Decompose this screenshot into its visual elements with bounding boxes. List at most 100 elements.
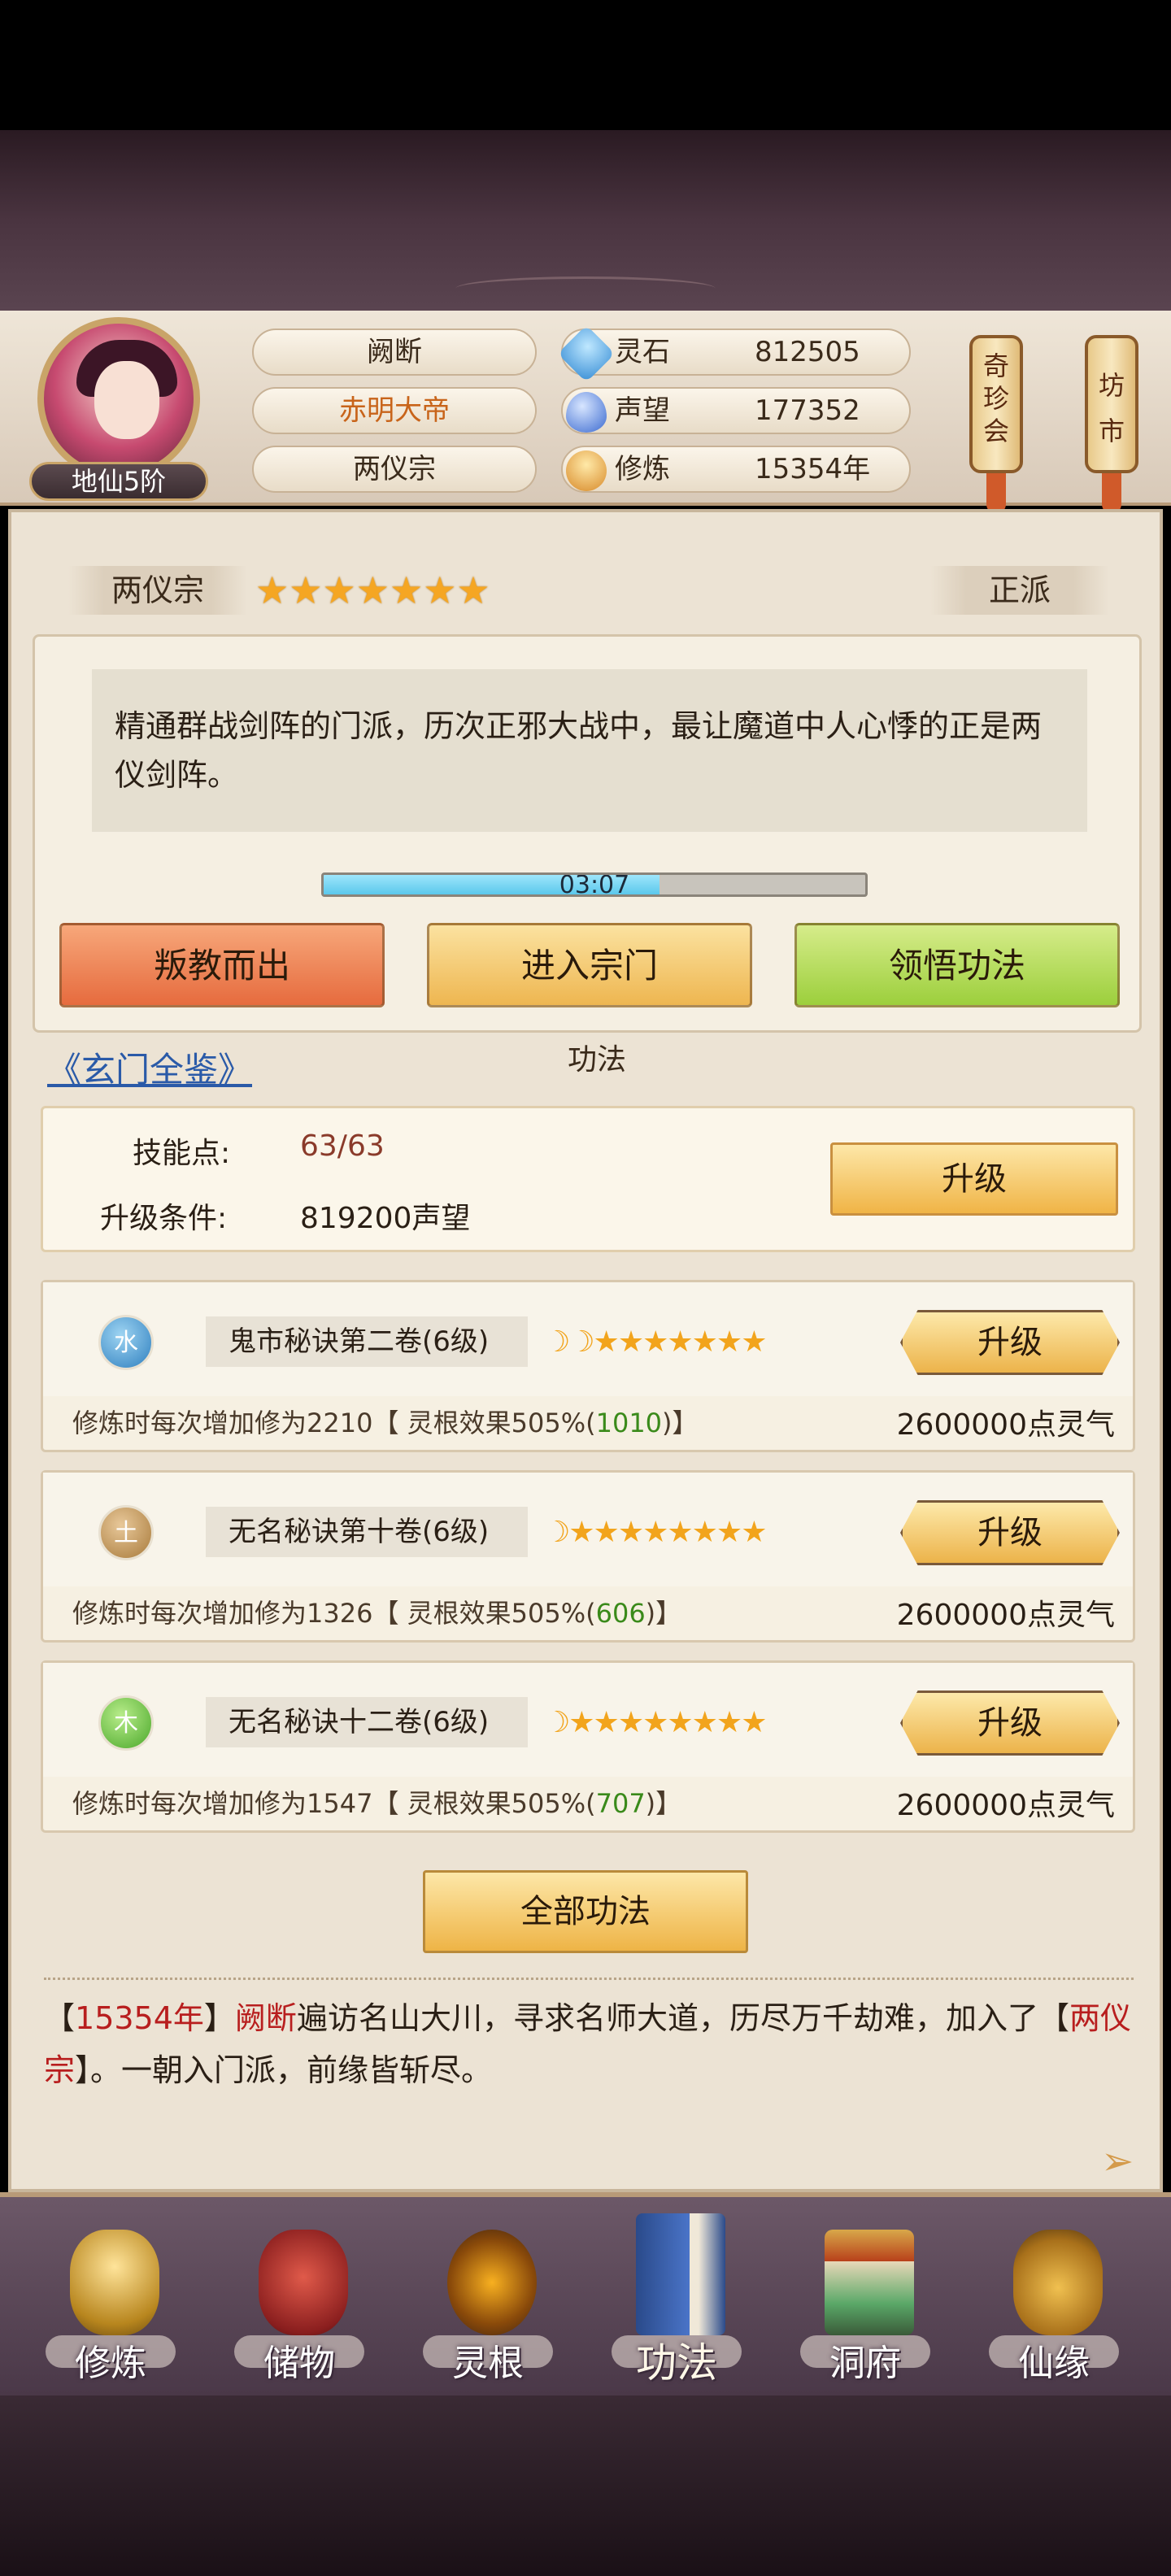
next-arrow-icon[interactable]: ➢ [1101,2139,1134,2184]
skill-desc-suffix: )】 [662,1408,699,1438]
timer-text: 03:07 [559,872,630,897]
skill-stars: ☽★★★★★★★★ [544,1516,767,1549]
resource-cultivation[interactable]: 修炼 15354年 [561,446,911,493]
lantern-tassel [1102,473,1121,514]
treasure-bag-icon [259,2230,348,2335]
treasure-fair-lantern[interactable]: 奇珍会 [969,335,1023,473]
upgrade-condition-label: 升级条件: [100,1202,228,1235]
sect-star-rating: ★★★★★★★ [255,569,490,611]
player-title[interactable]: 赤明大帝 [252,387,537,434]
skill-description: 修炼时每次增加修为1326【 灵根效果505%(606)】 [72,1593,681,1630]
skill-cost: 2600000点灵气 [896,1789,1115,1822]
spirit-stone-icon [557,324,616,383]
skill-desc-prefix: 修炼时每次增加修为1326【 灵根效果505%( [72,1598,596,1629]
nav-item-cultivate[interactable]: 修炼 [29,2230,192,2392]
resource-value: 812505 [755,336,860,368]
nav-label: 灵根 [452,2343,524,2384]
lantern-label: 奇珍会 [982,350,1009,446]
reputation-icon [566,392,607,433]
nav-item-cave[interactable]: 洞府 [784,2230,947,2392]
skill-name[interactable]: 鬼市秘诀第二卷(6级) [206,1316,528,1367]
story-part: 【 [44,2000,76,2036]
spirit-root-icon [447,2230,537,2335]
immortal-fate-icon [1013,2230,1103,2335]
status-bar-area [0,0,1171,130]
player-sect: 两仪宗 [252,446,537,493]
market-lantern[interactable]: 坊市 [1085,335,1138,473]
skill-cost: 2600000点灵气 [896,1599,1115,1632]
skill-cost: 2600000点灵气 [896,1408,1115,1442]
story-text: 【15354年】阙断遍访名山大川，寻求名师大道，历尽万千劫难，加入了【两仪宗】。… [44,1992,1134,2096]
upgrade-skill-points-button[interactable]: 升级 [830,1142,1118,1216]
main-panel: 两仪宗 ★★★★★★★ 正派 精通群战剑阵的门派，历次正邪大战中，最让魔道中人心… [8,509,1163,2192]
leave-sect-button[interactable]: 叛教而出 [59,923,385,1007]
meditation-icon [70,2230,159,2335]
skill-desc-suffix: )】 [645,1598,682,1629]
player-header: 地仙5阶 阙断 赤明大帝 两仪宗 灵石 812505 声望 177352 修炼 … [0,311,1171,514]
story-name: 阙断 [234,2000,297,2036]
skill-description: 修炼时每次增加修为2210【 灵根效果505%(1010)】 [72,1403,699,1440]
upgrade-condition-value: 819200声望 [300,1202,471,1235]
skill-upgrade-button[interactable]: 升级 [900,1310,1120,1375]
skill-desc-prefix: 修炼时每次增加修为2210【 灵根效果505%( [72,1408,596,1438]
skill-desc-prefix: 修炼时每次增加修为1547【 灵根效果505%( [72,1788,596,1819]
skill-stars: ☽☽★★★★★★★ [544,1325,767,1359]
lantern-label: 坊市 [1098,370,1125,446]
skill-name[interactable]: 无名秘诀十二卷(6级) [206,1697,528,1747]
sect-stars: ★★★★★★★ [255,568,490,612]
cultivation-icon [566,450,607,491]
skill-book-icon [636,2213,725,2335]
skill-card: 水 鬼市秘诀第二卷(6级) ☽☽★★★★★★★ 升级 修炼时每次增加修为2210… [41,1280,1135,1452]
story-year: 15354年 [75,2000,204,2036]
skill-description: 修炼时每次增加修为1547【 灵根效果505%(707)】 [72,1783,681,1821]
nav-label: 修炼 [75,2343,146,2384]
nav-item-storage[interactable]: 储物 [218,2230,381,2392]
skill-points-label: 技能点: [133,1137,231,1170]
story-part: 】 [203,2000,235,2036]
skills-section-title: 功法 [567,1043,626,1077]
skill-card: 土 无名秘诀第十卷(6级) ☽★★★★★★★★ 升级 修炼时每次增加修为1326… [41,1470,1135,1643]
sect-alignment: 正派 [930,566,1109,615]
banner-ornament [455,276,716,301]
skill-desc-bonus: 606 [595,1598,646,1629]
timer-progress-bar: 03:07 [321,872,868,897]
nav-label: 储物 [263,2343,335,2384]
wood-element-icon: 木 [98,1695,154,1751]
lantern-tassel [986,473,1006,514]
earth-element-icon: 土 [98,1505,154,1560]
skill-upgrade-button[interactable]: 升级 [900,1690,1120,1756]
skill-desc-bonus: 1010 [595,1408,663,1438]
skill-desc-bonus: 707 [595,1788,646,1819]
avatar-face [94,361,159,439]
avatar-portrait [37,317,200,480]
divider [44,1978,1134,1984]
avatar[interactable]: 地仙5阶 [29,317,208,501]
skill-desc-suffix: )】 [645,1788,682,1819]
comprehend-skill-button[interactable]: 领悟功法 [794,923,1120,1007]
bottom-banner [0,2395,1171,2576]
nav-item-skills[interactable]: 功法 [595,2213,758,2387]
resource-value: 15354年 [755,453,871,485]
rank-tag: 地仙5阶 [29,462,208,501]
water-element-icon: 水 [98,1315,154,1370]
catalog-link[interactable]: 《玄门全鉴》 [47,1042,252,1092]
skill-name[interactable]: 无名秘诀第十卷(6级) [206,1507,528,1557]
resource-label: 声望 [615,394,670,427]
nav-item-spirit-root[interactable]: 灵根 [407,2230,569,2392]
cave-dwelling-icon [825,2230,914,2335]
sect-description-card: 精通群战剑阵的门派，历次正邪大战中，最让魔道中人心悸的正是两仪剑阵。 03:07… [33,634,1142,1033]
skill-card: 木 无名秘诀十二卷(6级) ☽★★★★★★★★ 升级 修炼时每次增加修为1547… [41,1660,1135,1833]
resource-reputation[interactable]: 声望 177352 [561,387,911,434]
all-skills-button[interactable]: 全部功法 [423,1870,748,1953]
skill-stars: ☽★★★★★★★★ [544,1706,767,1739]
story-part: 遍访名山大川，寻求名师大道，历尽万千劫难，加入了【 [296,2000,1069,2036]
skill-points-value: 63/63 [300,1129,385,1163]
story-part: 】。一朝入门派，前缘皆斩尽。 [75,2052,493,2088]
nav-item-fate[interactable]: 仙缘 [973,2230,1135,2392]
sect-description: 精通群战剑阵的门派，历次正邪大战中，最让魔道中人心悸的正是两仪剑阵。 [92,669,1087,832]
resource-label: 修炼 [615,453,670,485]
skill-upgrade-button[interactable]: 升级 [900,1500,1120,1565]
resource-spirit-stone[interactable]: 灵石 812505 [557,324,911,383]
resource-value: 177352 [755,394,860,427]
enter-sect-button[interactable]: 进入宗门 [427,923,752,1007]
